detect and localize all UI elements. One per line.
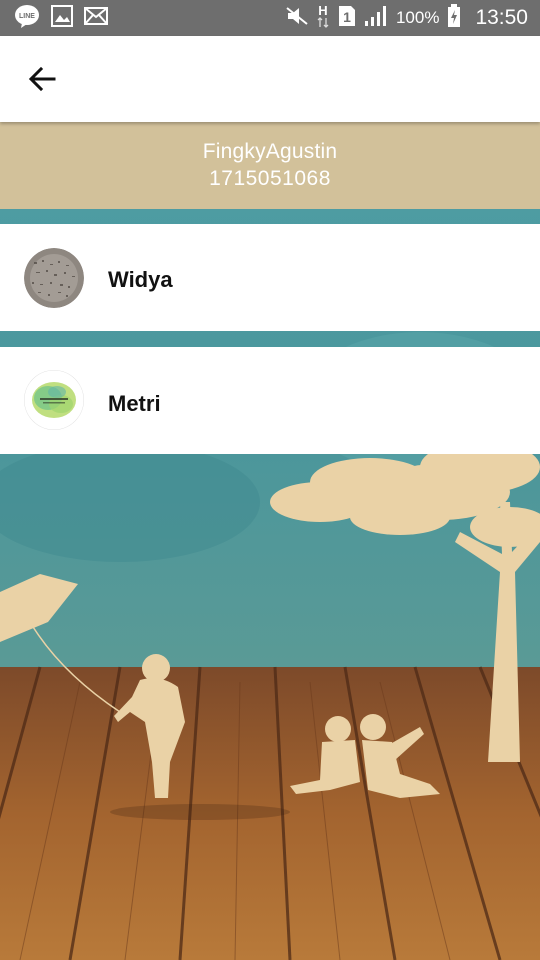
svg-text:1: 1 bbox=[343, 9, 351, 25]
app-bar bbox=[0, 36, 540, 122]
contact-name: Widya bbox=[108, 267, 173, 292]
battery-percent: 100% bbox=[395, 8, 440, 27]
avatar bbox=[24, 370, 84, 430]
profile-header: FingkyAgustin 1715051068 bbox=[0, 122, 540, 209]
contact-name: Metri bbox=[108, 391, 161, 416]
mute-icon bbox=[286, 6, 308, 31]
back-button[interactable] bbox=[22, 58, 64, 100]
sim1-icon: 1 bbox=[338, 5, 356, 32]
svg-text:H: H bbox=[318, 3, 327, 18]
image-icon bbox=[51, 4, 73, 32]
arrow-back-icon bbox=[28, 66, 56, 92]
signal-icon bbox=[364, 5, 388, 32]
contact-card-widya[interactable]: Widya bbox=[0, 224, 540, 331]
line-icon: LINE bbox=[14, 4, 40, 33]
contact-card-metri[interactable]: Metri bbox=[0, 347, 540, 454]
h-network-icon: H bbox=[316, 3, 330, 34]
clock: 13:50 bbox=[475, 6, 528, 29]
status-bar: LINE H 1 100% 13:50 bbox=[0, 0, 540, 36]
battery-charging-icon bbox=[447, 3, 461, 33]
svg-text:LINE: LINE bbox=[19, 13, 35, 20]
mail-icon bbox=[84, 6, 108, 30]
profile-name: FingkyAgustin bbox=[202, 140, 338, 163]
profile-id: 1715051068 bbox=[209, 167, 331, 190]
avatar bbox=[24, 248, 84, 308]
